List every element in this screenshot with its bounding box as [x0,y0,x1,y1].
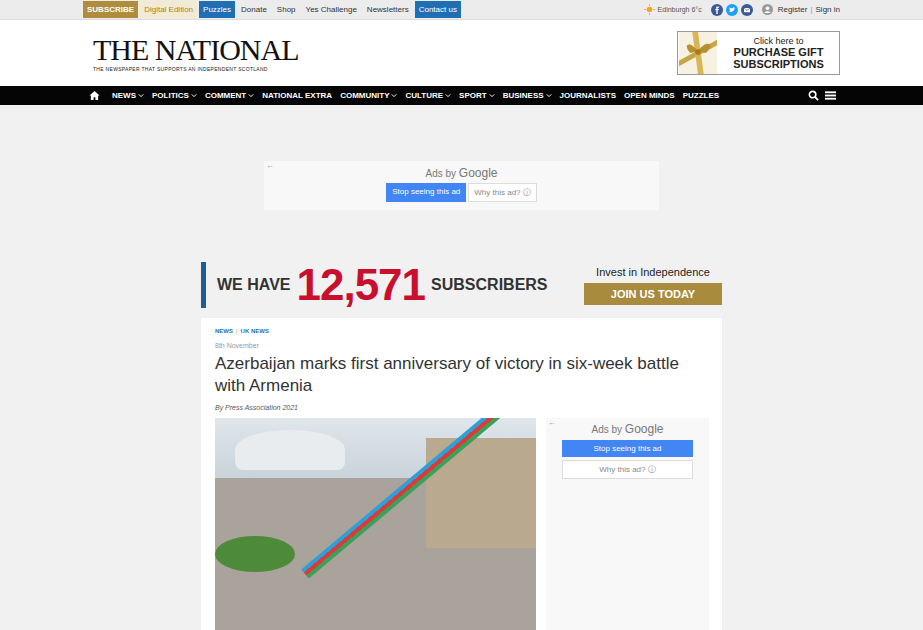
gift-ad-intro: Click here to [720,36,837,46]
chevron-down-icon [248,93,254,98]
gift-ad-line: PURCHASE GIFT [720,46,837,58]
top-link[interactable]: Newsletters [363,1,413,18]
chevron-down-icon [489,93,495,98]
nav-items: NEWS POLITICS COMMENT NATIONAL EXTRA COMMUNI… [89,90,719,101]
account: Register| Sign in [762,4,840,15]
google-ad: ← Ads by Google Stop seeing this adWhy thi… [264,161,659,210]
chevron-down-icon [391,93,397,98]
chevron-down-icon [546,93,552,98]
weather-text: Edinburgh 6°c [658,6,702,13]
main-nav: NEWS POLITICS COMMENT NATIONAL EXTRA COMMUNI… [0,86,923,105]
subs-count: 12,571 [296,262,425,308]
subs-suffix: SUBSCRIBERS [431,276,547,294]
gift-ad-line: SUBSCRIPTIONS [720,58,837,70]
stop-ad-button[interactable]: Stop seeing this ad [562,440,693,457]
top-link[interactable]: Digital Edition [140,1,197,18]
nav-item[interactable]: BUSINESS [503,91,552,100]
logo-tagline: THE NEWSPAPER THAT SUPPORTS AN INDEPENDE… [93,66,298,72]
top-bar: SUBSCRIBEDigital EditionPuzzlesDonateSho… [0,0,923,20]
search-icon[interactable] [808,90,819,101]
account-separator: | [810,5,812,14]
ad-back-arrow[interactable]: ← [548,418,556,427]
nav-item[interactable]: OPEN MINDS [624,91,675,100]
logo-title: THE NATIONAL [93,35,298,65]
sun-icon [644,4,655,15]
nav-item[interactable]: PUZZLES [683,91,719,100]
social-links [711,4,753,16]
chevron-down-icon [191,93,197,98]
gift-ad-text: Click here toPURCHASE GIFTSUBSCRIPTIONS [718,32,839,74]
nav-item[interactable]: COMMENT [205,91,254,100]
signin-link[interactable]: Sign in [816,5,840,14]
menu-icon[interactable] [825,90,836,101]
ads-by-google: Ads by Google [591,422,663,436]
why-ad-button[interactable]: Why this ad? ⓘ [562,460,693,479]
ad-buttons: Stop seeing this adWhy this ad? ⓘ [386,183,537,206]
subs-cta: Invest in Independence JOIN US TODAY [584,266,722,305]
header: THE NATIONALTHE NEWSPAPER THAT SUPPORTS … [0,20,923,86]
gift-subscription-ad[interactable]: Click here toPURCHASE GIFTSUBSCRIPTIONS [677,31,840,75]
nav-item[interactable]: NATIONAL EXTRA [262,91,332,100]
nav-tools [808,90,836,101]
top-links: SUBSCRIBEDigital EditionPuzzlesDonateSho… [83,1,461,18]
ad-back-arrow[interactable]: ← [266,161,274,170]
ads-by-google: Ads by Google [425,166,497,180]
nav-item[interactable]: COMMUNITY [340,91,397,100]
article-byline: By Press Association 2021 [215,404,709,411]
logo[interactable]: THE NATIONALTHE NEWSPAPER THAT SUPPORTS … [93,35,298,72]
weather[interactable]: Edinburgh 6°c [644,4,702,15]
facebook-icon[interactable] [711,4,723,16]
top-link[interactable]: SUBSCRIBE [83,1,138,18]
chevron-down-icon [138,93,144,98]
article-date: 8th November [215,342,709,349]
email-icon[interactable] [741,4,753,16]
top-link[interactable]: Donate [237,1,271,18]
article-card: NEWS|UK NEWS 8th November Azerbaijan marks… [201,318,722,630]
top-link[interactable]: Puzzles [199,1,235,18]
home-icon[interactable] [89,90,100,101]
page: SUBSCRIBEDigital EditionPuzzlesDonateSho… [0,0,923,630]
user-icon [762,4,773,15]
why-ad-button[interactable]: Why this ad? ⓘ [468,183,536,202]
subscribers-banner: WE HAVE 12,571 SUBSCRIBERS Invest in Indepe… [201,262,722,308]
article-title: Azerbaijan marks first anniversary of vi… [215,353,695,397]
top-right: Edinburgh 6°c Register| Sign in [644,4,840,16]
nav-item[interactable]: POLITICS [152,91,197,100]
chevron-down-icon [445,93,451,98]
category-link[interactable]: NEWS [215,328,233,334]
subs-prefix: WE HAVE [217,276,290,294]
nav-item[interactable]: SPORT [459,91,495,100]
twitter-icon[interactable] [726,4,738,16]
gift-bow-icon [678,32,718,74]
category-link[interactable]: UK NEWS [241,328,269,334]
media-row: ← Ads by Google Stop seeing this ad Why thi… [215,418,709,630]
top-link[interactable]: Yes Challenge [302,1,361,18]
top-link[interactable]: Shop [273,1,300,18]
article-photo [215,418,536,630]
category-separator: | [236,328,238,334]
stop-ad-button[interactable]: Stop seeing this ad [386,183,466,202]
subscriber-count: WE HAVE 12,571 SUBSCRIBERS [217,262,548,308]
top-link[interactable]: Contact us [415,1,461,18]
article-categories: NEWS|UK NEWS [215,328,709,334]
subs-tagline: Invest in Independence [596,266,710,278]
register-link[interactable]: Register [778,5,808,14]
join-button[interactable]: JOIN US TODAY [584,283,722,305]
nav-item[interactable]: CULTURE [405,91,451,100]
side-google-ad: ← Ads by Google Stop seeing this ad Why thi… [546,418,709,630]
nav-item[interactable]: NEWS [112,91,144,100]
nav-item[interactable]: JOURNALISTS [560,91,616,100]
